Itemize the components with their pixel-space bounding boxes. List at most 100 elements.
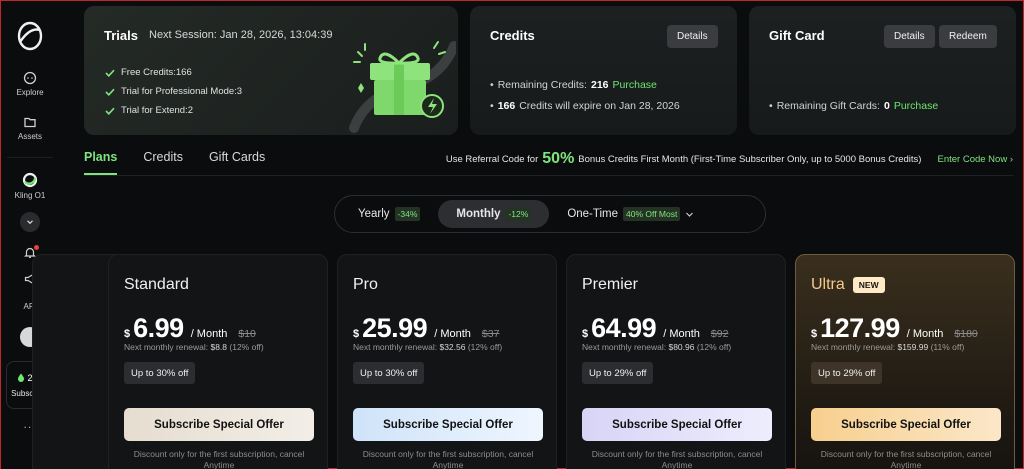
discount-tag: Up to 30% off (353, 362, 425, 384)
credit-drop-icon (18, 373, 25, 382)
price: 25.99 (362, 313, 428, 343)
discount-tag: Up to 29% off (582, 362, 654, 384)
trials-card: Trials Next Session: Jan 28, 2026, 13:04… (84, 6, 458, 135)
period-one-time[interactable]: One-Time 40% Off Most (549, 200, 712, 228)
gift-purchase-link[interactable]: Purchase (894, 100, 938, 112)
plan-card-standard: Standard $ 6.99 / Month $10 Next monthly… (108, 254, 328, 469)
nav-model[interactable]: Kling O1 (7, 157, 53, 200)
price-row: $ 127.99 / Month $180 (811, 313, 978, 344)
trial-list: Free Credits:166 Trial for Professional … (105, 63, 242, 120)
app-logo-icon[interactable] (15, 19, 45, 53)
currency: $ (811, 328, 818, 340)
plan-name-row: Ultra NEW (811, 276, 885, 294)
period-badge: -12% (505, 207, 532, 221)
bullet-dot: • (490, 100, 494, 112)
renewal-info: Next monthly renewal: $8.8 (12% off) (124, 342, 264, 352)
credits-details-button[interactable]: Details (667, 25, 718, 48)
fine-print: Discount only for the first subscription… (820, 449, 992, 469)
currency: $ (124, 328, 131, 340)
billing-period-switch: Yearly -34% Monthly -12% One-Time 40% Of… (334, 195, 766, 233)
trials-title: Trials (104, 28, 138, 43)
subscribe-button[interactable]: Subscribe Special Offer (124, 408, 314, 441)
period-label: One-Time (567, 208, 619, 220)
price: 127.99 (820, 313, 900, 343)
tab-gift-cards[interactable]: Gift Cards (209, 150, 265, 175)
period-label: Yearly (358, 208, 390, 220)
credits-expire-line: • 166 Credits will expire on Jan 28, 202… (490, 100, 680, 112)
price-period: / Month (663, 328, 700, 340)
nav-assets-label: Assets (17, 132, 42, 141)
renewal-amount: $8.8 (210, 342, 228, 352)
expire-text: Credits will expire on Jan 28, 2026 (519, 100, 680, 112)
renewal-label: Next monthly renewal: (811, 342, 896, 352)
check-icon (105, 107, 115, 115)
next-session: Next Session: Jan 28, 2026, 13:04:39 (149, 29, 333, 41)
price-period: / Month (434, 328, 471, 340)
explore-icon (23, 71, 37, 85)
tab-plans[interactable]: Plans (84, 150, 118, 175)
gift-details-button[interactable]: Details (884, 25, 935, 48)
renewal-amount: $80.96 (668, 342, 695, 352)
enter-code-label: Enter Code Now (937, 153, 1008, 165)
plan-name: Pro (353, 276, 378, 293)
new-badge: NEW (852, 277, 885, 293)
renewal-info: Next monthly renewal: $159.99 (11% off) (811, 342, 964, 352)
price-period: / Month (190, 328, 228, 340)
gift-card: Gift Card Details Redeem • Remaining Gif… (749, 6, 1016, 135)
remaining-gift-line: • Remaining Gift Cards: 0 Purchase (769, 100, 938, 112)
nav-explore[interactable]: Explore (16, 71, 44, 97)
subscribe-button[interactable]: Subscribe Special Offer (353, 408, 543, 441)
period-label: Monthly (456, 208, 501, 220)
renewal-off: (12% off) (467, 342, 503, 352)
period-badge: -34% (394, 207, 421, 221)
remaining-gift-label: Remaining Gift Cards: (776, 100, 880, 112)
referral-prefix: Use Referral Code for (445, 153, 539, 165)
model-icon (22, 172, 38, 188)
period-yearly[interactable]: Yearly -34% (340, 200, 438, 228)
plan-card-ultra: Ultra NEW $ 127.99 / Month $180 Next mon… (795, 254, 1015, 469)
original-price: $10 (238, 328, 256, 340)
expand-button[interactable] (20, 212, 40, 232)
period-monthly[interactable]: Monthly -12% (438, 200, 550, 228)
bullet-dot: • (769, 100, 773, 112)
expire-count: 166 (497, 100, 516, 112)
renewal-label: Next monthly renewal: (124, 342, 209, 352)
price: 6.99 (133, 313, 184, 343)
fine-print: Discount only for the first subscription… (133, 449, 305, 469)
nav-model-label: Kling O1 (14, 191, 46, 200)
nav-explore-label: Explore (16, 88, 44, 97)
plan-card-pro: Pro $ 25.99 / Month $37 Next monthly ren… (337, 254, 557, 469)
check-icon (105, 88, 115, 96)
discount-tag: Up to 29% off (811, 362, 883, 384)
original-price: $92 (710, 328, 729, 340)
chevron-right-icon: › (1009, 153, 1013, 165)
nav-assets[interactable]: Assets (18, 115, 42, 141)
renewal-info: Next monthly renewal: $32.56 (12% off) (353, 342, 502, 352)
discount-tag: Up to 30% off (124, 362, 196, 384)
tab-credits[interactable]: Credits (143, 150, 183, 175)
remaining-credits-value: 216 (590, 79, 609, 91)
plan-name: Premier (582, 276, 639, 293)
plan-name: Ultra (811, 276, 845, 293)
renewal-label: Next monthly renewal: (582, 342, 667, 352)
subscribe-button[interactable]: Subscribe Special Offer (811, 408, 1001, 441)
currency: $ (353, 328, 360, 340)
credits-purchase-link[interactable]: Purchase (613, 79, 657, 91)
check-icon (105, 69, 115, 77)
redeem-button[interactable]: Redeem (939, 25, 997, 48)
subscribe-button[interactable]: Subscribe Special Offer (582, 408, 772, 441)
fine-print: Discount only for the first subscription… (362, 449, 534, 469)
chevron-down-icon (27, 220, 33, 225)
tab-bar: Plans Credits Gift Cards (84, 150, 291, 175)
remaining-gift-value: 0 (883, 100, 890, 112)
currency: $ (582, 328, 589, 340)
referral-suffix: Bonus Credits First Month (First-Time Su… (578, 153, 922, 165)
enter-code-link[interactable]: Enter Code Now › (937, 154, 1013, 165)
renewal-amount: $159.99 (897, 342, 929, 352)
credits-title: Credits (490, 28, 535, 43)
trial-item-text: Trial for Extend:2 (121, 105, 193, 116)
price-row: $ 6.99 / Month $10 (124, 313, 256, 344)
referral-percent: 50% (542, 150, 575, 167)
renewal-off: (12% off) (229, 342, 264, 352)
referral-banner: Use Referral Code for 50% Bonus Credits … (446, 150, 1013, 168)
